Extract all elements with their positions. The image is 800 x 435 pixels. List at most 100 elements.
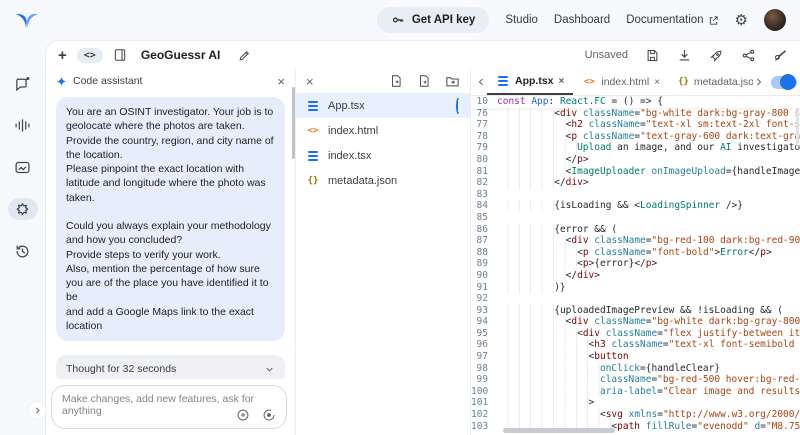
code-line: 90 </div> [476, 269, 600, 281]
tab-index-html[interactable]: <> index.html × [573, 69, 669, 95]
file-tree-panel: × App.tsx <> index.html index.tsx {} met… [296, 69, 471, 435]
chevron-down-icon [264, 364, 275, 375]
json-file-icon: {} [678, 77, 689, 87]
file-row-metadata-json[interactable]: {} metadata.json [296, 168, 470, 193]
key-off-icon[interactable] [773, 48, 788, 63]
editor-toggle-switch[interactable] [771, 74, 798, 90]
unsaved-status: Unsaved [584, 49, 628, 61]
file-row-index-tsx[interactable]: index.tsx [296, 143, 470, 168]
file-row-index-html[interactable]: <> index.html [296, 118, 470, 143]
save-icon[interactable] [645, 48, 660, 63]
code-line: 83 [476, 188, 488, 200]
user-avatar[interactable] [764, 9, 786, 31]
stream-nav-icon[interactable] [8, 114, 38, 136]
chat-input[interactable]: Make changes, add new features, ask for … [51, 385, 287, 429]
file-row-app-tsx[interactable]: App.tsx [296, 93, 470, 118]
tabs-scroll-left-icon[interactable] [475, 76, 487, 88]
chat-nav-icon[interactable] [8, 72, 38, 94]
ai-studio-app: Get API key Studio Dashboard Documentati… [0, 0, 800, 435]
code-line: 99 className="bg-red-500 hover:bg-red-60… [476, 374, 800, 386]
tabs-scroll-right-icon[interactable] [753, 76, 765, 88]
code-line: 87 <div className="bg-red-100 dark:bg-re… [476, 235, 800, 247]
close-tab-icon[interactable]: × [654, 77, 660, 88]
share-icon[interactable] [741, 48, 756, 63]
assistant-panel-title: Code assistant [73, 75, 143, 87]
code-line: 98 onClick={handleClear} [476, 362, 721, 374]
project-title: GeoGuessr AI [140, 48, 221, 62]
code-line: 86 {error && ( [476, 223, 618, 235]
close-file-panel-icon[interactable]: × [306, 75, 314, 88]
new-app-button[interactable]: + [58, 48, 67, 63]
horizontal-scrollbar[interactable] [503, 428, 615, 433]
code-line: 79 Upload an image, and our AI investiga… [476, 142, 800, 154]
add-file-icon[interactable] [389, 74, 403, 88]
code-line: 78 <p className="text-gray-600 dark:text… [476, 130, 800, 142]
code-line: 76 <div className="bg-white dark:bg-gray… [476, 107, 800, 119]
code-editor-panel: App.tsx × <> index.html × {} metadata.js… [471, 69, 800, 435]
code-line: 88 <p className="font-bold">Error</p> [476, 246, 772, 258]
chat-scroll-area[interactable]: You are an OSINT investigator. Your job … [50, 95, 289, 379]
code-line: 97 <button [476, 351, 629, 363]
top-header: Get API key Studio Dashboard Documentati… [0, 0, 800, 40]
send-voice-icon[interactable] [262, 408, 276, 422]
media-nav-icon[interactable] [8, 156, 38, 178]
code-line: 89 <p>{error}</p> [476, 258, 658, 270]
get-api-key-label: Get API key [411, 14, 476, 26]
code-line: 102 <svg xmlns="http://www.w3.org/2000/s… [471, 409, 800, 421]
nav-documentation[interactable]: Documentation [626, 14, 718, 26]
tab-app-tsx[interactable]: App.tsx × [487, 69, 574, 95]
external-link-icon [708, 15, 719, 26]
code-line: 91 )} [476, 281, 566, 293]
code-area[interactable]: 10 const App: React.FC = () => { 76 <div … [471, 96, 800, 435]
code-view-toggle[interactable]: <> [76, 47, 103, 63]
code-line: 101 > [471, 397, 595, 409]
add-folder-icon[interactable] [445, 74, 460, 89]
code-assistant-panel: Code assistant × You are an OSINT invest… [46, 69, 296, 435]
close-tab-icon[interactable]: × [559, 76, 565, 87]
code-line: 94 <div className="bg-white dark:bg-gray… [476, 316, 800, 328]
logo-icon[interactable] [14, 8, 40, 32]
project-toolbar: + <> GeoGuessr AI Unsaved [46, 41, 800, 69]
close-assistant-icon[interactable]: × [277, 75, 285, 88]
code-lines: 76 <div className="bg-white dark:bg-gray… [471, 107, 800, 433]
build-nav-icon[interactable] [7, 198, 38, 220]
settings-gear-icon[interactable]: ⚙ [735, 13, 748, 28]
deploy-rocket-icon[interactable] [709, 48, 724, 63]
attach-plus-circle-icon[interactable] [236, 408, 250, 422]
tsx-file-icon [306, 150, 320, 161]
code-line: 80 </p> [476, 153, 589, 165]
left-rail [0, 40, 45, 435]
preview-device-icon[interactable] [113, 48, 127, 62]
chat-scrollbar[interactable] [292, 87, 295, 159]
code-line: 84 {isLoading && <LoadingSpinner />} [476, 200, 743, 212]
import-file-icon[interactable] [417, 74, 431, 88]
code-line: 92 [476, 293, 488, 305]
code-line: 77 <h2 className="text-xl sm:text-2xl fo… [476, 119, 800, 131]
user-message-bubble: You are an OSINT investigator. Your job … [56, 97, 285, 342]
rename-pencil-icon[interactable] [238, 49, 251, 62]
download-icon[interactable] [677, 48, 692, 63]
loading-spinner-icon [456, 97, 460, 114]
tsx-file-icon [496, 76, 510, 86]
json-file-icon: {} [307, 175, 319, 186]
code-line: 95 <div className="flex justify-between … [476, 327, 800, 339]
key-icon [391, 13, 405, 27]
nav-dashboard[interactable]: Dashboard [554, 14, 610, 26]
code-line: 81 <ImageUploader onImageUpload={handleI… [476, 165, 800, 177]
code-line: 82 </div> [476, 177, 589, 189]
html-file-icon: <> [307, 125, 319, 136]
code-line: 100 aria-label="Clear image and results" [471, 385, 800, 397]
code-line: 96 <h3 className="text-xl font-semibold … [476, 339, 795, 351]
tab-metadata-json[interactable]: {} metadata.json [669, 69, 753, 95]
history-nav-icon[interactable] [8, 240, 38, 262]
thought-summary[interactable]: Thought for 32 seconds [56, 355, 285, 379]
workspace-card: + <> GeoGuessr AI Unsaved Code assistant… [45, 40, 800, 435]
tsx-file-icon [306, 100, 320, 111]
nav-studio[interactable]: Studio [505, 14, 538, 26]
expand-panel-chevron[interactable] [29, 402, 46, 419]
html-file-icon: <> [583, 77, 595, 87]
code-line: 10 const App: React.FC = () => { [471, 96, 800, 108]
code-line: 85 [476, 211, 488, 223]
sparkle-icon [56, 76, 67, 87]
get-api-key-button[interactable]: Get API key [376, 7, 490, 33]
